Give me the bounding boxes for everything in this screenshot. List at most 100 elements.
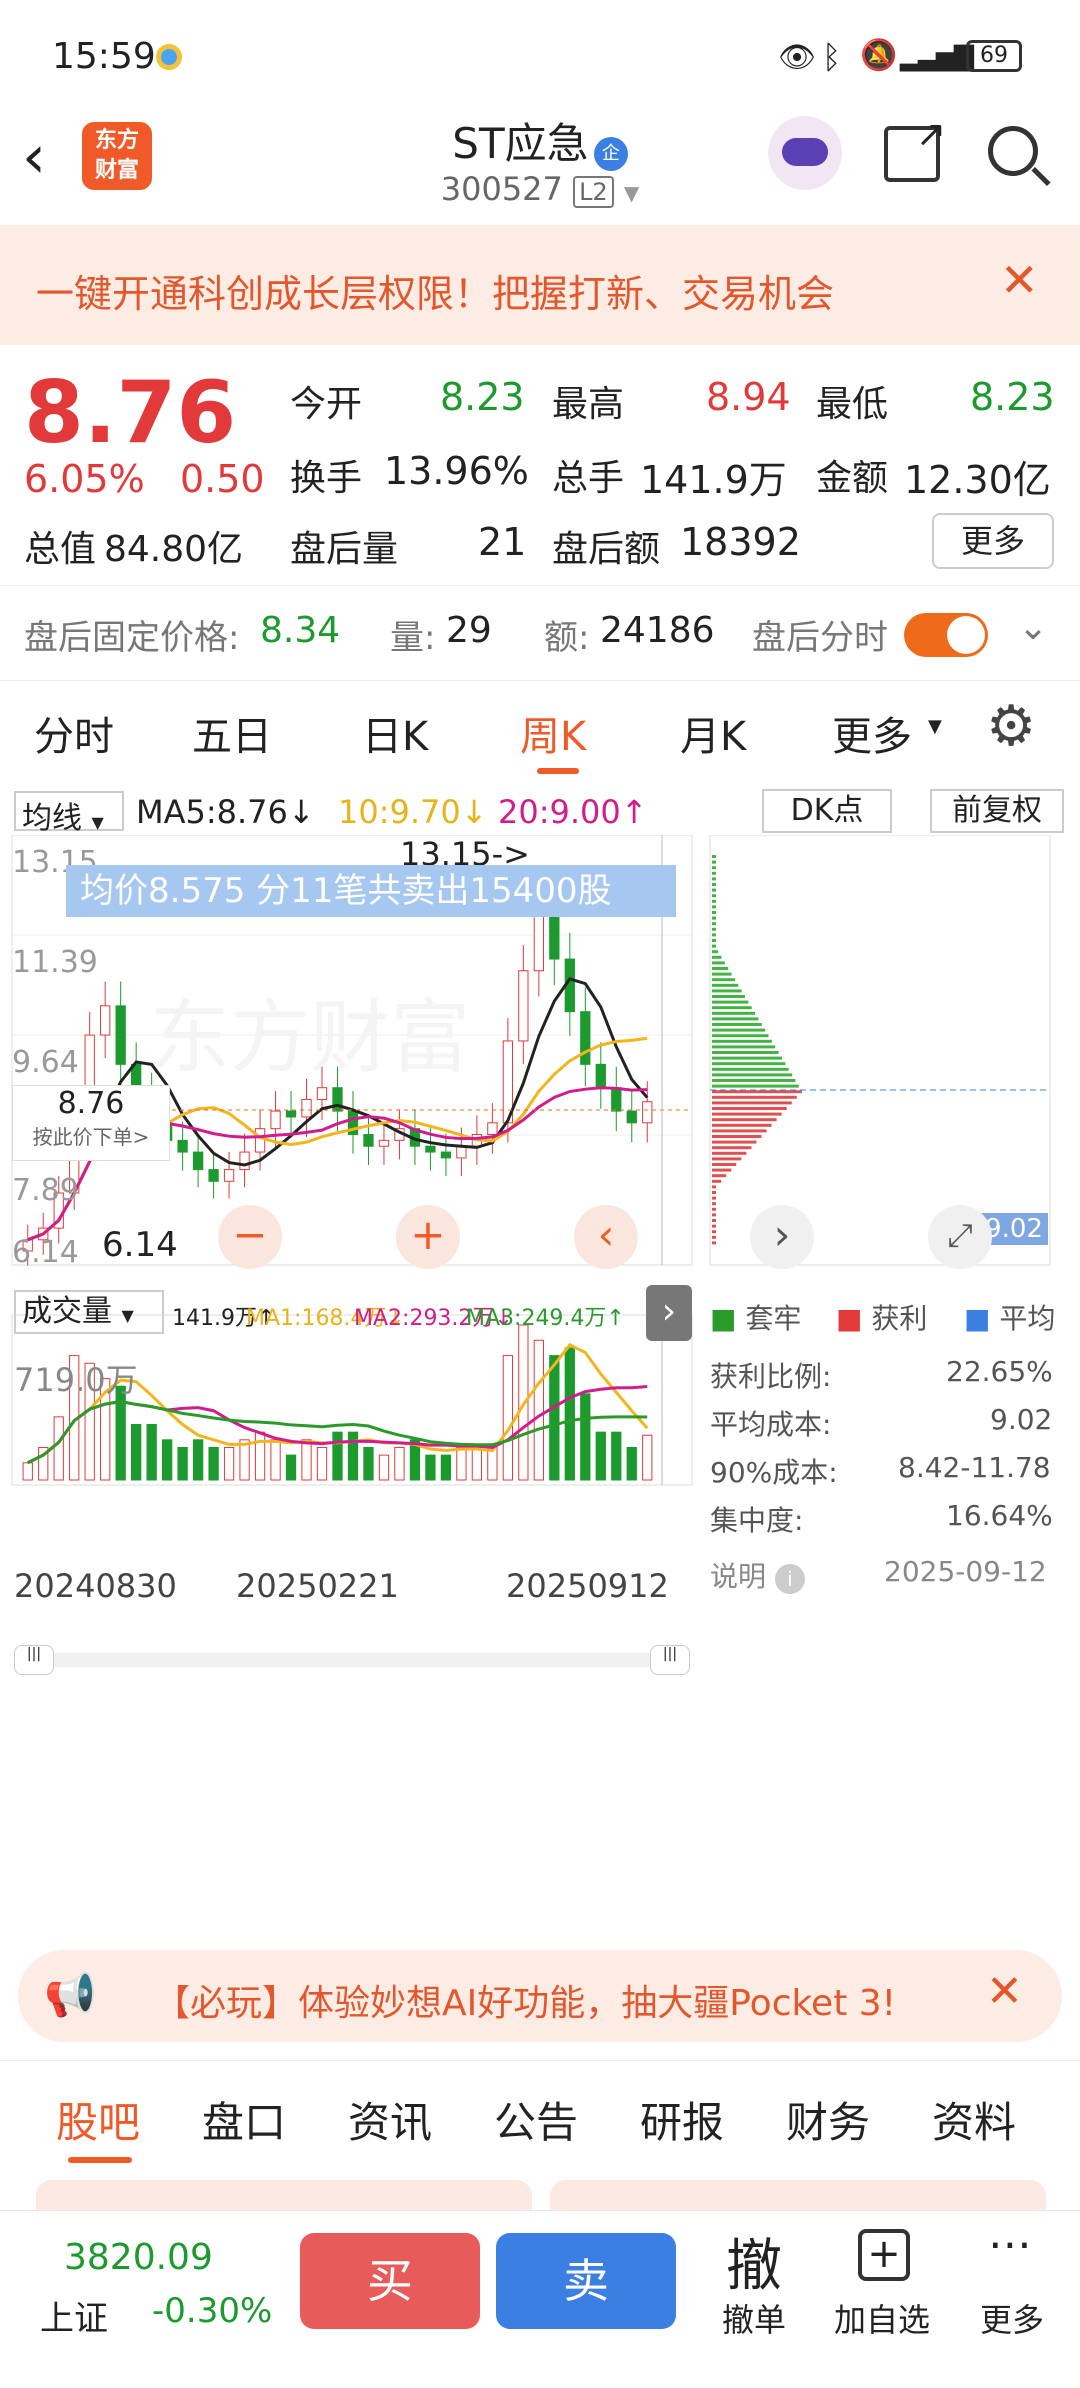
high-value: 8.94: [706, 375, 791, 419]
chip-bar: [712, 961, 725, 965]
adjust-button[interactable]: 前复权: [930, 789, 1064, 833]
dk-point-button[interactable]: DK点: [762, 789, 892, 833]
tab-pankou[interactable]: 盘口: [202, 2089, 286, 2150]
caret-down-icon: ▼: [623, 181, 640, 205]
chevron-down-icon[interactable]: ⌄: [1018, 607, 1048, 648]
chart-scrollbar[interactable]: ||| |||: [14, 1645, 690, 1675]
fixed-volume-label: 量:: [390, 618, 436, 658]
add-watchlist-label: 加自选: [834, 2301, 931, 2339]
search-icon[interactable]: [988, 126, 1038, 176]
chip-bar: [712, 1095, 797, 1099]
after-volume-value: 21: [478, 520, 527, 564]
tab-minute[interactable]: 分时: [34, 704, 114, 762]
zoom-out-button[interactable]: −: [218, 1205, 282, 1269]
order-price-box[interactable]: 8.76 按此价下单>: [12, 1085, 170, 1161]
expand-icon[interactable]: ⤢: [928, 1205, 992, 1269]
close-icon[interactable]: ✕: [1000, 253, 1039, 307]
volume-select[interactable]: 成交量 ▼: [14, 1290, 164, 1334]
tab-five-day[interactable]: 五日: [192, 704, 272, 762]
chip-bar: [712, 972, 732, 976]
low-label: 最低: [816, 384, 889, 425]
chip-bar: [712, 933, 716, 937]
settings-gear-icon[interactable]: ⚙: [986, 694, 1036, 759]
promo-pill[interactable]: 📢 【必玩】体验妙想AI好功能，抽大疆Pocket 3! ✕: [18, 1950, 1062, 2042]
tab-monthly-k[interactable]: 月K: [680, 704, 746, 762]
high-label: 最高: [552, 384, 625, 425]
status-bar: 15:59 👁 ᛒ 🔕 ▂▃▅▇ 69: [0, 0, 1080, 110]
ai-robot-icon[interactable]: [768, 116, 842, 190]
stock-name: ST应急: [452, 119, 589, 168]
post-card[interactable]: [550, 2180, 1046, 2210]
after-amount-label: 盘后额: [552, 529, 661, 570]
cancel-order-label: 撤单: [722, 2301, 787, 2339]
post-card[interactable]: [36, 2180, 532, 2210]
tab-announcements[interactable]: 公告: [494, 2089, 578, 2150]
tab-finance[interactable]: 财务: [786, 2089, 870, 2150]
tab-more[interactable]: 更多: [832, 704, 912, 762]
explain-link[interactable]: 说明 i: [710, 1555, 805, 1595]
chip-prev-button[interactable]: ›: [750, 1205, 814, 1269]
volume-bar: [549, 1355, 560, 1481]
chip-bar: [712, 1062, 786, 1066]
index-value[interactable]: 3820.09: [64, 2237, 213, 2278]
promo-banner[interactable]: 一键开通科创成长层权限！把握打新、交易机会 ✕: [0, 225, 1080, 345]
tab-weekly-k[interactable]: 周K: [520, 704, 586, 762]
ma5-label: MA5:8.76↓: [136, 793, 315, 831]
vol-ma3: MA3:249.4万↑: [466, 1306, 625, 1331]
candle: [580, 1011, 591, 1065]
chip-bar: [712, 883, 716, 886]
chip-bar: [712, 1067, 789, 1071]
banner-text: 一键开通科创成长层权限！把握打新、交易机会: [36, 272, 835, 316]
buy-button[interactable]: 买: [300, 2233, 480, 2329]
tab-profile[interactable]: 资料: [932, 2089, 1016, 2150]
tab-news[interactable]: 资讯: [348, 2089, 432, 2150]
chip-bar: [712, 1207, 716, 1211]
chip-bar: [712, 1039, 772, 1043]
share-icon[interactable]: ↗: [884, 114, 946, 182]
tab-research[interactable]: 研报: [640, 2089, 724, 2150]
tab-daily-k[interactable]: 日K: [362, 704, 428, 762]
amount-label: 金额: [816, 458, 889, 499]
more-label: 更多: [980, 2301, 1045, 2339]
stat-value: 8.42-11.78: [898, 1451, 1051, 1484]
y-label: 6.14: [12, 1235, 79, 1270]
chip-bar: [712, 1090, 802, 1094]
fixed-amount-label: 额:: [544, 618, 590, 658]
cancel-order-icon[interactable]: 撤: [726, 2221, 782, 2302]
candle: [456, 1145, 467, 1159]
chip-bar: [712, 1168, 732, 1172]
candle: [177, 1139, 188, 1153]
more-button[interactable]: 更多: [932, 513, 1054, 569]
chip-bar: [712, 1202, 716, 1206]
add-watchlist-icon[interactable]: +: [858, 2229, 910, 2281]
quote-panel: 8.76 6.05% 0.50 总值 84.80亿 今开 8.23 最高 8.9…: [0, 345, 1080, 675]
sell-button[interactable]: 卖: [496, 2233, 676, 2329]
volume-bar: [611, 1431, 622, 1481]
info-tabs: 股吧 盘口 资讯 公告 研报 财务 资料: [0, 2060, 1080, 2170]
candle: [270, 1110, 281, 1130]
after-volume-label: 盘后量: [290, 529, 399, 570]
y-label: 9.64: [12, 1045, 79, 1080]
after-hours-toggle[interactable]: [904, 613, 988, 657]
chip-bar: [712, 983, 739, 987]
volume-bar: [53, 1416, 64, 1481]
tab-guba[interactable]: 股吧: [56, 2089, 140, 2150]
volume-bar: [394, 1446, 405, 1481]
scroll-left-button[interactable]: ‹: [574, 1205, 638, 1269]
signal-icon: ▂▃▅▇: [900, 42, 974, 72]
panel-toggle-button[interactable]: ›: [646, 1285, 692, 1341]
more-dots-icon[interactable]: ⋯: [988, 2219, 1032, 2270]
volume-bar: [487, 1446, 498, 1481]
indicator-select[interactable]: 均线 ▼: [14, 791, 124, 836]
kline-svg[interactable]: 东方财富: [0, 835, 1080, 1975]
chip-bar: [712, 939, 716, 942]
eye-icon: 👁: [778, 40, 817, 75]
volume-bar: [347, 1431, 359, 1481]
chip-bar: [712, 967, 729, 970]
close-icon[interactable]: ✕: [986, 1966, 1023, 2017]
zoom-in-button[interactable]: +: [396, 1205, 460, 1269]
candles: [22, 884, 653, 1266]
chip-bar: [712, 978, 735, 982]
volume-bar: [177, 1446, 188, 1481]
candle: [223, 1169, 235, 1182]
